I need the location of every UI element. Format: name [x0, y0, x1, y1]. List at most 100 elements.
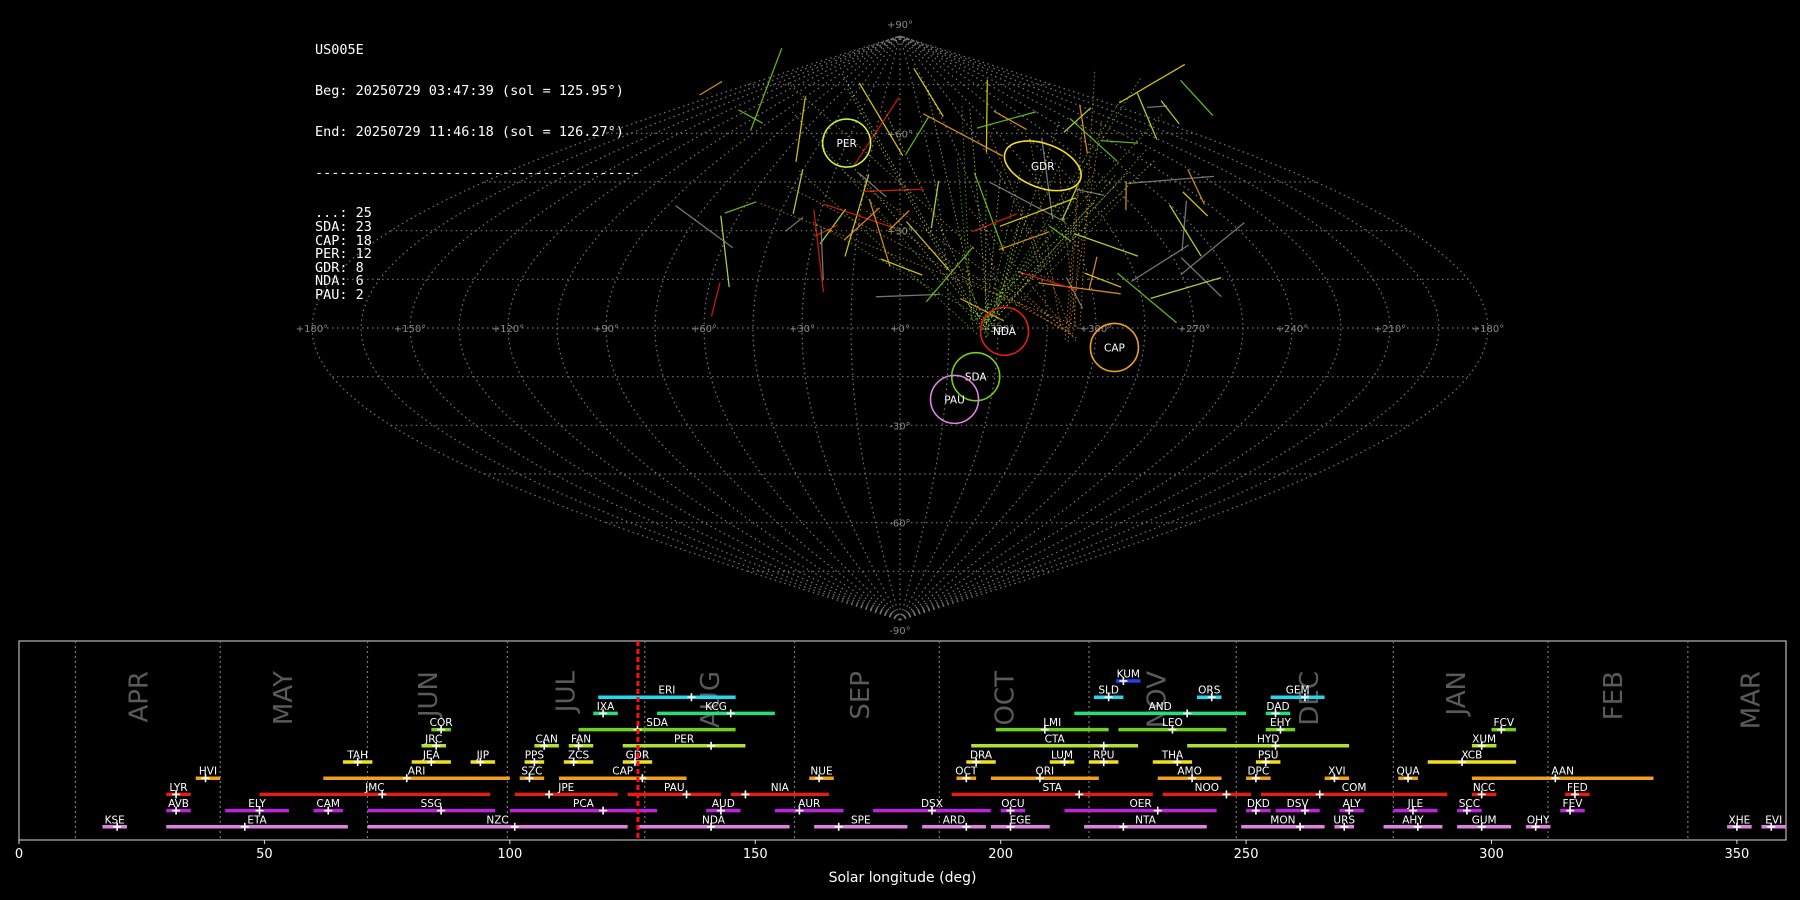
x-tick-label: 300: [1479, 847, 1504, 862]
shower-label: ERI: [658, 685, 675, 697]
meteor-trail: [930, 180, 940, 229]
shower-label: NUE: [810, 766, 832, 778]
radiant-label: SDA: [965, 372, 988, 384]
meteor-chart: +180° +150° +120° +90° +60° +30° +0° +330° +300°…: [15, 20, 1787, 886]
lon-tick-label: +180°: [1472, 324, 1504, 335]
x-tick-label: 150: [743, 847, 768, 862]
meteor-trail: [993, 110, 1027, 131]
shower-label: ORI: [1036, 766, 1055, 778]
shower-label: HYD: [1257, 733, 1279, 745]
meteor-path: [983, 151, 1067, 329]
meteor-trail: [1180, 79, 1214, 116]
meteor-path: [798, 170, 980, 337]
shower-label: LYR: [169, 782, 187, 794]
month-label: JUL: [551, 670, 581, 714]
lon-tick-label: +240°: [1276, 324, 1308, 335]
month-label: FEB: [1599, 671, 1629, 720]
shower-label: IXA: [597, 701, 615, 713]
meteor-path: [843, 171, 1063, 327]
shower-label: FAN: [571, 733, 591, 745]
shower-label: CTA: [1045, 733, 1066, 745]
shower-label: SLD: [1098, 685, 1119, 697]
shower-label: PER: [674, 733, 694, 745]
lon-tick-label: +150°: [394, 324, 426, 335]
meteor-trail: [699, 80, 723, 96]
radiant-label: PER: [836, 138, 856, 150]
shower-label: OER: [1129, 798, 1151, 810]
meteor-trail: [675, 205, 733, 249]
meteor-path: [846, 159, 985, 324]
meteor-path: [988, 131, 1071, 328]
shower-label: ALY: [1343, 798, 1362, 810]
shower-label: EGE: [1010, 814, 1031, 826]
shower-label: QUA: [1396, 766, 1420, 778]
meteor-trail: [1063, 107, 1092, 133]
shower-label: DSV: [1287, 798, 1310, 810]
shower-label: SCC: [1459, 798, 1480, 810]
meteor-trail: [724, 201, 757, 214]
shower-label: AUR: [798, 798, 820, 810]
shower-label: RPU: [1093, 750, 1114, 762]
shower-label: XHE: [1729, 814, 1751, 826]
lat-tick-label: -60°: [889, 519, 910, 530]
meteor-path: [984, 190, 987, 323]
x-axis-label: Solar longitude (deg): [829, 870, 977, 886]
meteor-trail: [1160, 100, 1180, 125]
shower-label: STA: [1042, 782, 1062, 794]
shower-label: ORS: [1198, 685, 1221, 697]
meteor-trail: [880, 258, 923, 276]
lat-tick-label: -90°: [889, 626, 910, 637]
meteor-path: [975, 202, 1095, 320]
shower-label: KUM: [1117, 669, 1140, 681]
shower-label: LEO: [1162, 717, 1183, 729]
radiant-label: PAU: [944, 394, 965, 406]
meteor-trail: [1088, 256, 1098, 291]
meteor-trail: [1131, 244, 1189, 282]
shower-label: JMC: [364, 782, 385, 794]
shower-label: FCV: [1493, 717, 1514, 729]
meteor-trail: [1146, 105, 1168, 109]
meteor-trail: [749, 47, 783, 131]
meteor-trail: [710, 282, 721, 317]
shower-label: PSU: [1258, 750, 1279, 762]
shower-label: EVI: [1765, 814, 1782, 826]
lon-tick-label: +60°: [691, 324, 717, 335]
shower-label: AHY: [1402, 814, 1424, 826]
x-tick-label: 0: [15, 847, 23, 862]
shower-label: AND: [1149, 701, 1172, 713]
meteor-trail: [1116, 272, 1178, 324]
meteor-trail: [1038, 282, 1121, 295]
meteor-trail: [1118, 63, 1186, 104]
shower-label: GUM: [1472, 814, 1497, 826]
shower-label: AMO: [1177, 766, 1202, 778]
shower-label: JPE: [557, 782, 574, 794]
meteor-trail: [1180, 222, 1245, 276]
shower-label: THA: [1161, 750, 1184, 762]
shower-label: DKD: [1247, 798, 1270, 810]
shower-label: NTA: [1135, 814, 1156, 826]
shower-label: SPE: [851, 814, 871, 826]
meridian-line: [801, 35, 901, 621]
meteor-trail: [792, 169, 804, 214]
meteor-trail: [1127, 175, 1215, 185]
shower-label: TAH: [346, 750, 368, 762]
month-label: APR: [124, 671, 154, 723]
shower-label: OHY: [1527, 814, 1550, 826]
meteor-trail: [738, 109, 764, 124]
lat-tick-label: -30°: [889, 421, 910, 432]
shower-label: KCG: [705, 701, 727, 713]
shower-label: NDA: [702, 814, 726, 826]
meteor-trail: [1136, 92, 1158, 140]
shower-label: NOO: [1195, 782, 1219, 794]
shower-label: ARI: [408, 766, 426, 778]
shower-label: DAD: [1266, 701, 1289, 713]
shower-label: HVI: [199, 766, 217, 778]
meteor-trail: [1069, 118, 1118, 162]
meteor-trail: [1180, 257, 1222, 298]
shower-label: PPS: [525, 750, 545, 762]
shower-label: OCU: [1001, 798, 1024, 810]
x-tick-label: 250: [1234, 847, 1259, 862]
radiant-label: CAP: [1104, 342, 1125, 354]
meteor-path: [787, 185, 1074, 335]
month-label: JAN: [1442, 671, 1472, 717]
